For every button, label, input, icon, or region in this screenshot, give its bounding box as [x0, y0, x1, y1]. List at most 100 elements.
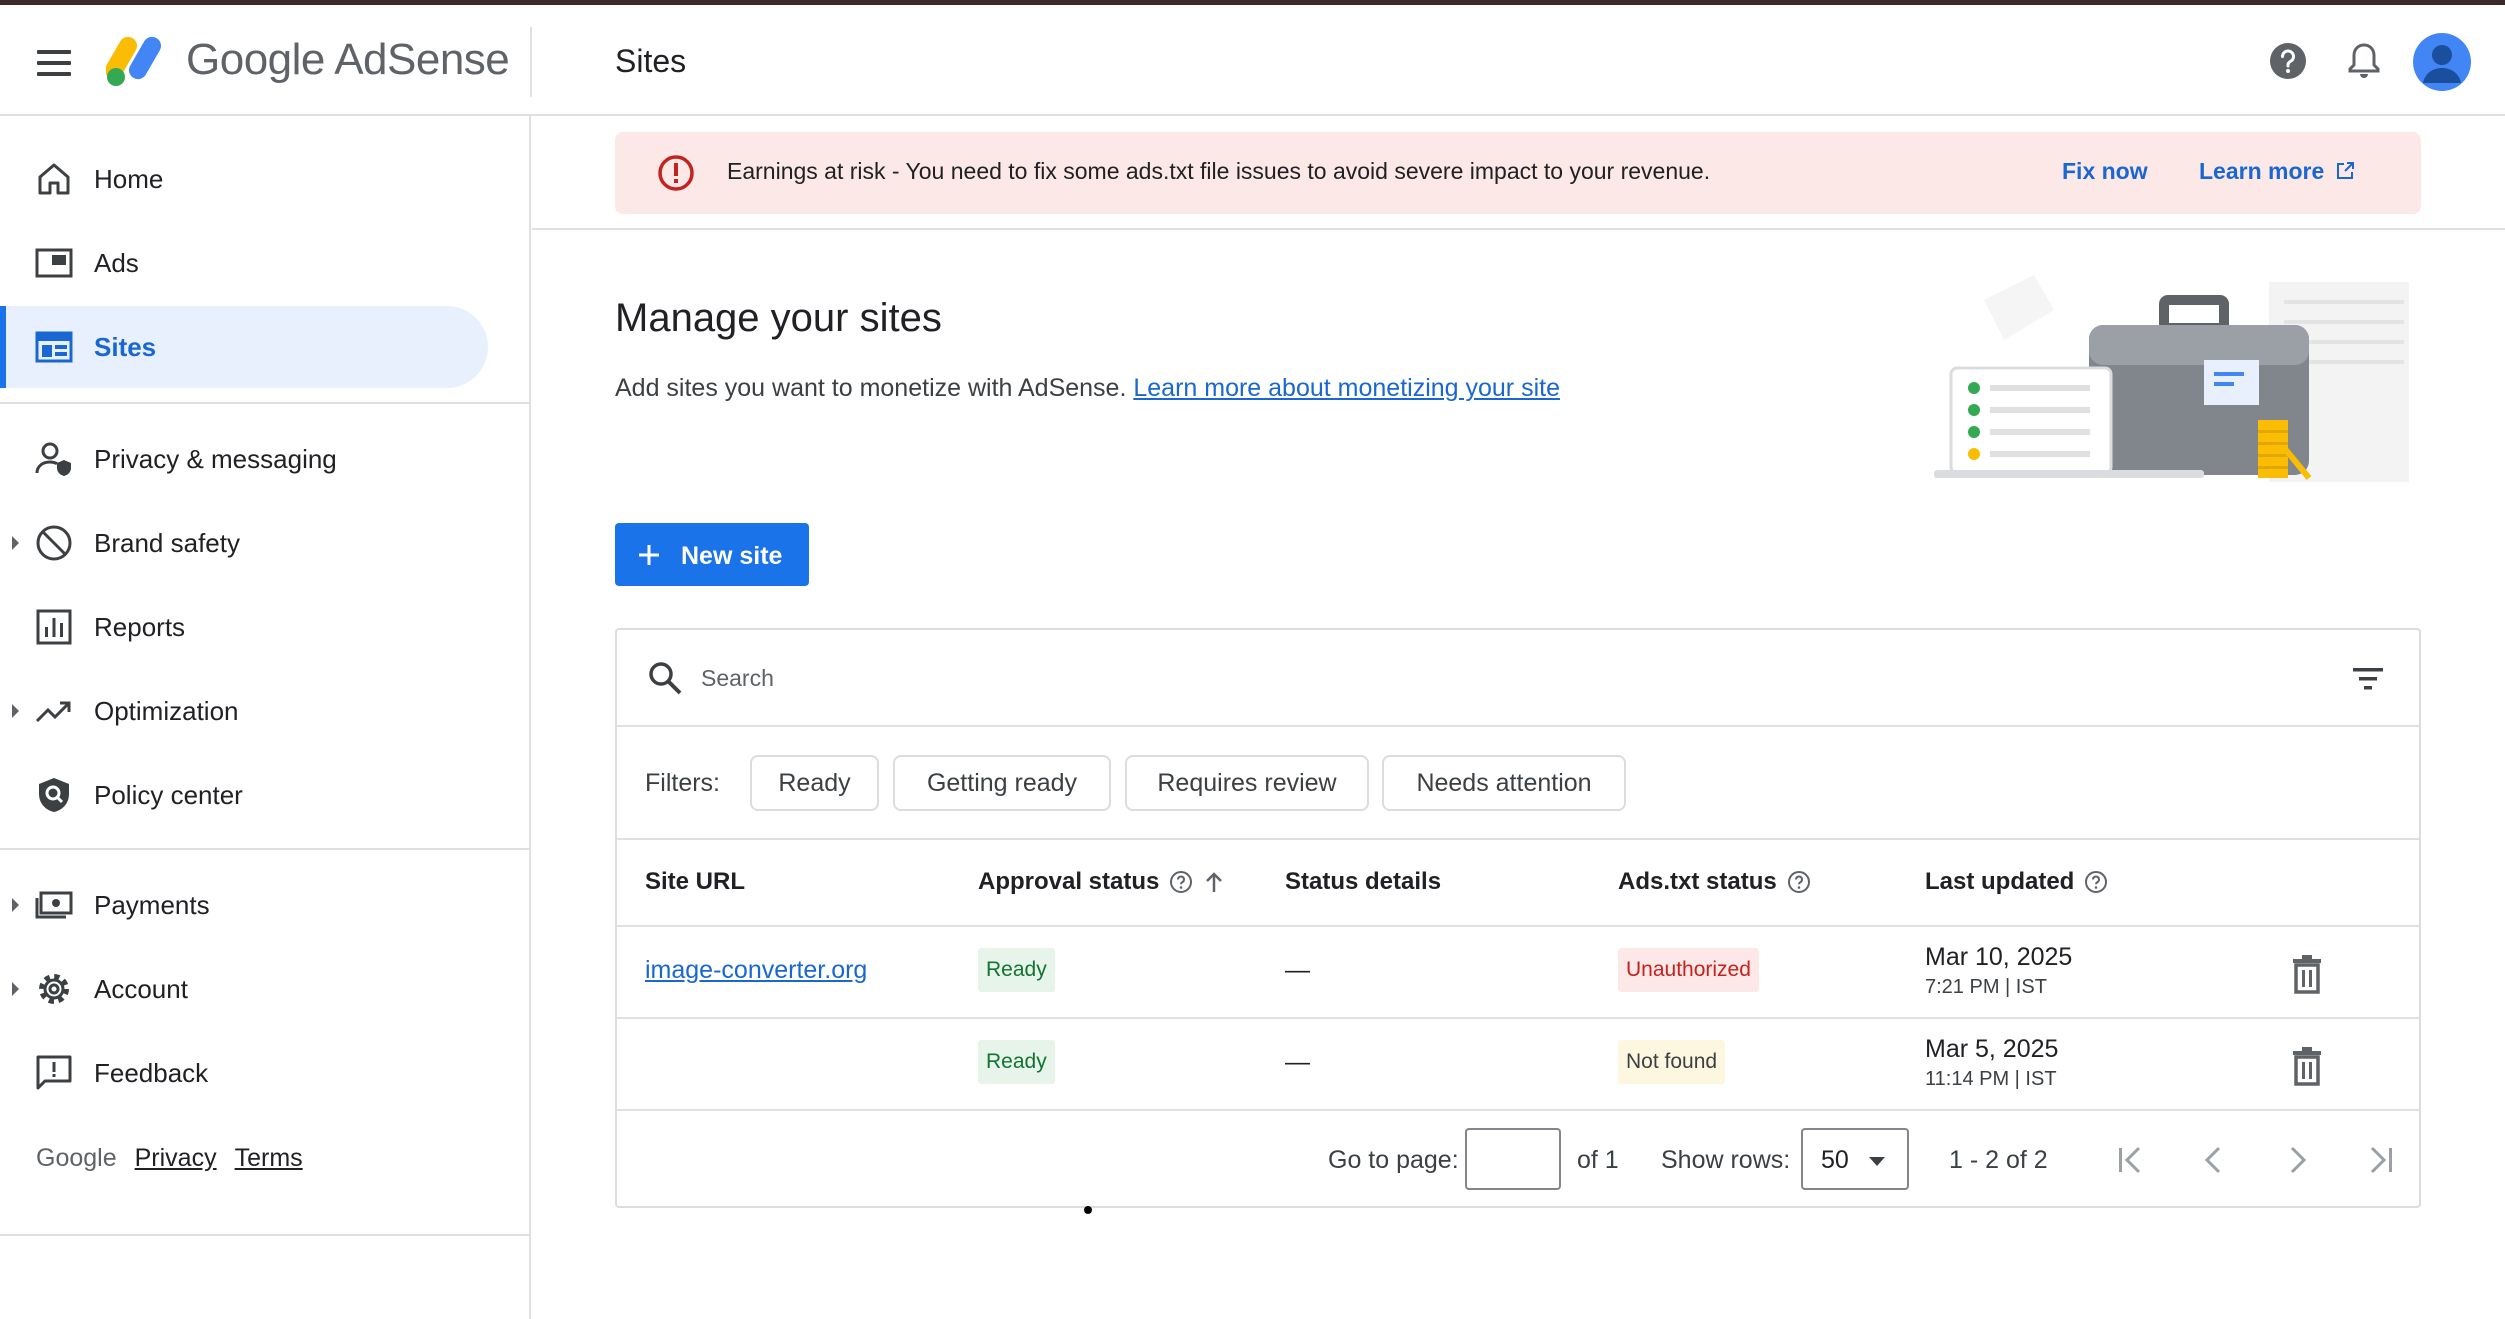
feedback-icon: [36, 1055, 72, 1090]
app-header: Google AdSense Sites: [0, 5, 2505, 116]
delete-trash-icon[interactable]: [2289, 954, 2325, 994]
sidebar-item-ads[interactable]: Ads: [0, 222, 488, 304]
column-header-status-details[interactable]: Status details: [1285, 868, 1441, 896]
expand-caret-icon: [12, 536, 19, 550]
sidebar-item-sites[interactable]: Sites: [0, 306, 488, 388]
terms-link[interactable]: Terms: [235, 1144, 303, 1173]
filter-list-icon[interactable]: [2351, 664, 2385, 694]
help-outline-icon[interactable]: [1787, 870, 1811, 894]
sidebar-item-label: Payments: [94, 889, 210, 920]
open-in-new-icon: [2336, 162, 2354, 179]
help-button[interactable]: [2262, 35, 2314, 87]
search-icon: [649, 662, 682, 695]
brand-wordmark: Google AdSense: [186, 35, 510, 85]
approval-status-badge: Ready: [978, 948, 1055, 992]
learn-more-monetizing-link[interactable]: Learn more about monetizing your site: [1133, 374, 1560, 402]
table-row-divider: [617, 1109, 2419, 1111]
policy-shield-icon: [39, 778, 69, 812]
sidebar-item-policy-center[interactable]: Policy center: [0, 754, 488, 836]
account-avatar[interactable]: [2413, 33, 2471, 91]
column-header-approval-status[interactable]: Approval status: [978, 868, 1225, 896]
ads-icon: [35, 248, 73, 278]
main-menu-button[interactable]: [30, 43, 78, 83]
column-header-site-url[interactable]: Site URL: [645, 868, 745, 896]
privacy-link[interactable]: Privacy: [135, 1144, 217, 1173]
fix-now-link[interactable]: Fix now: [2062, 158, 2148, 185]
last-updated-date: Mar 5, 2025: [1925, 1035, 2059, 1063]
filter-chip-needs-attention[interactable]: Needs attention: [1382, 755, 1626, 811]
privacy-icon: [35, 442, 71, 476]
notifications-button[interactable]: [2338, 35, 2390, 87]
go-to-page-input[interactable]: [1465, 1128, 1561, 1190]
next-page-icon[interactable]: [2275, 1138, 2319, 1182]
expand-caret-icon: [12, 898, 19, 912]
go-to-page-label: Go to page:: [1328, 1146, 1459, 1174]
manage-sites-heading: Manage your sites: [615, 296, 942, 340]
column-header-ads-txt-status[interactable]: Ads.txt status: [1618, 868, 1811, 896]
error-icon: [658, 155, 694, 191]
filter-chip-requires-review[interactable]: Requires review: [1125, 755, 1369, 811]
sites-illustration: [1934, 275, 2409, 482]
last-page-icon[interactable]: [2358, 1138, 2402, 1182]
sites-table-card: Filters: Ready Getting ready Requires re…: [615, 628, 2421, 1208]
home-icon: [38, 163, 70, 195]
sidebar-item-label: Optimization: [94, 695, 239, 726]
sidebar-item-account[interactable]: Account: [0, 948, 488, 1030]
avatar-person-icon: [2423, 45, 2461, 83]
sidebar-item-label: Policy center: [94, 779, 243, 810]
filter-chip-ready[interactable]: Ready: [750, 755, 879, 811]
page-count-label: of 1: [1577, 1146, 1619, 1174]
sidebar-divider: [0, 402, 531, 404]
subtitle-text: Add sites you want to monetize with AdSe…: [615, 374, 1127, 402]
sidebar-item-feedback[interactable]: Feedback: [0, 1032, 488, 1114]
sidebar-item-payments[interactable]: Payments: [0, 864, 488, 946]
alert-message: Earnings at risk - You need to fix some …: [727, 158, 1711, 184]
expand-caret-icon: [12, 704, 19, 718]
brand-google: Google: [186, 35, 325, 84]
rows-per-page-select[interactable]: 50: [1801, 1128, 1909, 1190]
help-outline-icon[interactable]: [1169, 870, 1193, 894]
bell-icon: [2348, 43, 2380, 78]
menu-icon-bar: [37, 61, 71, 65]
column-header-label: Last updated: [1925, 868, 2075, 895]
cursor-dot: [1084, 1206, 1092, 1214]
adsense-logo-icon[interactable]: [106, 33, 170, 89]
ads-txt-status-badge: Unauthorized: [1618, 948, 1759, 992]
new-site-button[interactable]: New site: [615, 523, 809, 586]
ads-txt-status-badge: Not found: [1618, 1040, 1726, 1084]
previous-page-icon[interactable]: [2192, 1138, 2236, 1182]
sidebar-item-brand-safety[interactable]: Brand safety: [0, 502, 488, 584]
help-icon: [2270, 43, 2306, 79]
status-details-value: —: [1285, 1048, 1310, 1076]
header-divider: [530, 27, 532, 97]
approval-status-badge: Ready: [978, 1040, 1055, 1084]
plus-icon: [639, 545, 659, 565]
sidebar-item-optimization[interactable]: Optimization: [0, 670, 488, 752]
filters-label: Filters:: [645, 769, 720, 797]
table-row-divider: [617, 1017, 2419, 1019]
reports-icon: [36, 609, 72, 645]
menu-icon-bar: [37, 72, 71, 76]
learn-more-link[interactable]: Learn more: [2199, 158, 2355, 185]
search-input[interactable]: [701, 654, 2201, 702]
status-details-value: —: [1285, 956, 1310, 984]
sidebar-item-reports[interactable]: Reports: [0, 586, 488, 668]
first-page-icon[interactable]: [2109, 1138, 2153, 1182]
payments-icon: [35, 891, 73, 919]
sort-ascending-icon[interactable]: [1203, 870, 1225, 894]
sidebar-footer: Google Privacy Terms: [36, 1144, 303, 1173]
sidebar-item-home[interactable]: Home: [0, 138, 488, 220]
page-title: Sites: [615, 43, 687, 79]
delete-trash-icon[interactable]: [2289, 1046, 2325, 1086]
help-outline-icon[interactable]: [2084, 870, 2108, 894]
sites-icon: [35, 331, 73, 363]
sidebar-item-privacy-messaging[interactable]: Privacy & messaging: [0, 418, 488, 500]
sidebar-item-label: Sites: [94, 331, 157, 362]
sidebar-divider: [0, 848, 531, 850]
last-updated-time: 11:14 PM | IST: [1925, 1068, 2057, 1090]
sidebar-item-label: Ads: [94, 247, 139, 278]
last-updated-date: Mar 10, 2025: [1925, 943, 2073, 971]
column-header-last-updated[interactable]: Last updated: [1925, 868, 2108, 896]
filter-chip-getting-ready[interactable]: Getting ready: [893, 755, 1111, 811]
site-url-link[interactable]: image-converter.org: [645, 956, 867, 985]
